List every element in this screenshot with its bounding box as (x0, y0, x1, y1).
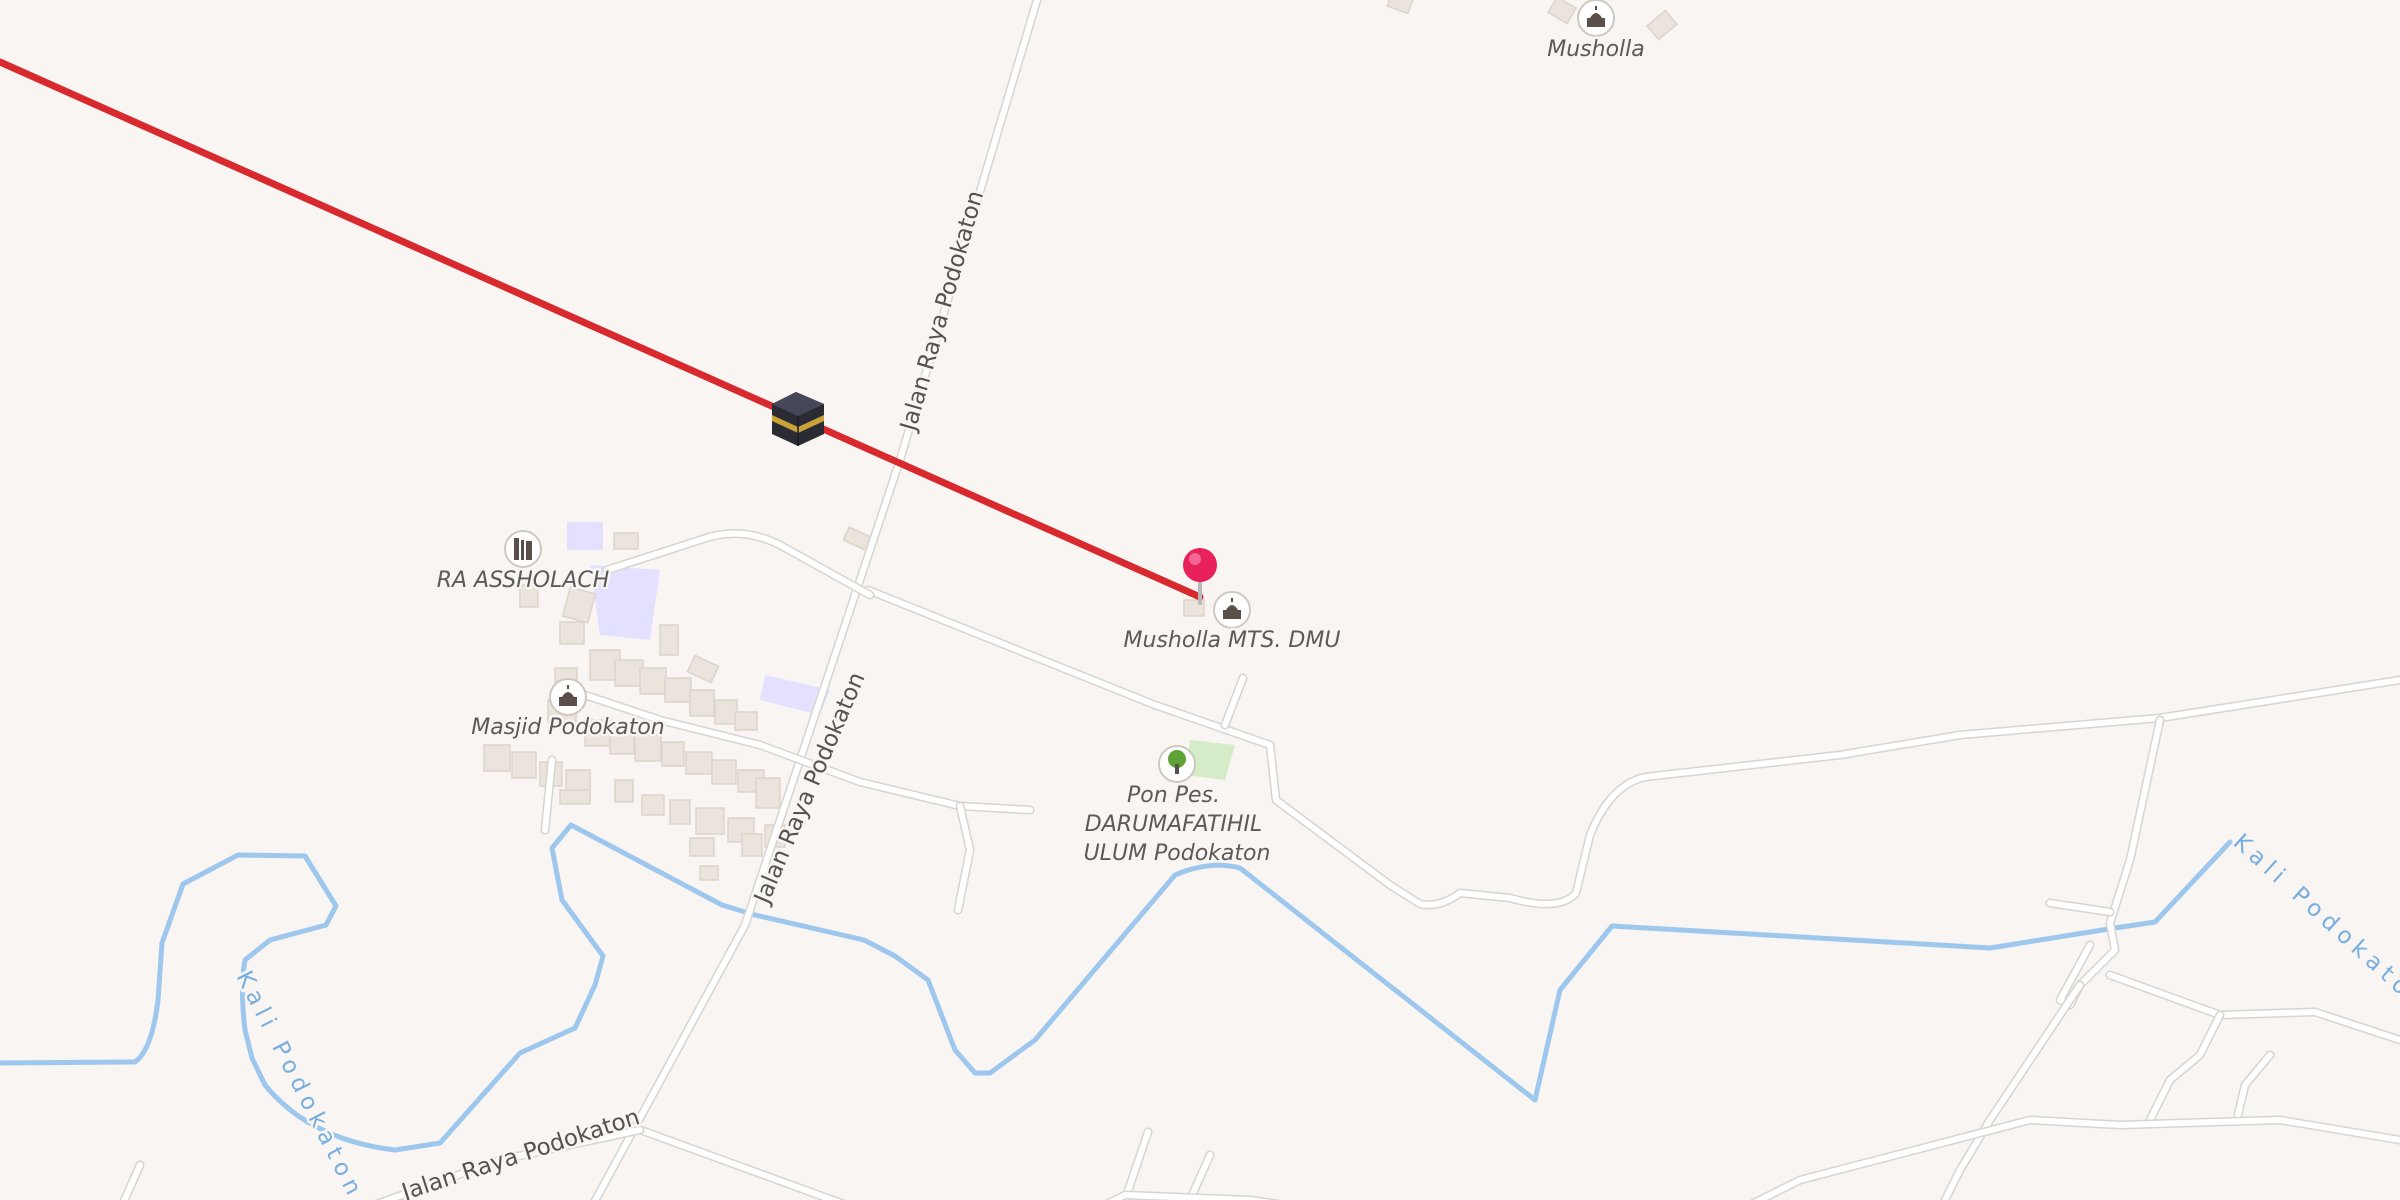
road-spur-musholla (1222, 675, 1246, 728)
river-kali-podokaton-west (0, 822, 2233, 1153)
roads[interactable] (119, 0, 2400, 1200)
poi-label: Pon Pes. DARUMAFATIHIL ULUM Podokaton (1084, 783, 1271, 866)
school-icon (514, 538, 532, 560)
river-label: Kali Podokaton (2228, 829, 2400, 1018)
poi-label: Masjid Podokaton (471, 715, 665, 740)
qibla-direction-line (0, 58, 1204, 601)
river-label: Kali Podokaton (231, 967, 369, 1200)
residential-area (567, 522, 603, 550)
road-jalan-raya-podokaton-south (632, 1125, 842, 1200)
poi-pon-pes-darumafatihil[interactable]: Pon Pes. DARUMAFATIHIL ULUM Podokaton (1081, 745, 1273, 869)
poi-musholla-mts-dmu[interactable]: Musholla MTS. DMU (1121, 591, 1343, 656)
poi-label: Musholla MTS. DMU (1124, 628, 1341, 653)
map-canvas[interactable]: Jalan Raya Podokaton Jalan Raya Podokato… (0, 0, 2400, 1200)
road-jalan-raya-podokaton-main (592, 0, 1041, 1200)
poi-label: Musholla (1547, 37, 1645, 62)
poi-label: RA ASSHOLACH (437, 568, 610, 593)
rivers (0, 822, 2233, 1153)
kaaba-icon (772, 392, 824, 446)
buildings (483, 0, 1679, 881)
road-label: Jalan Raya Podokaton (895, 188, 989, 436)
